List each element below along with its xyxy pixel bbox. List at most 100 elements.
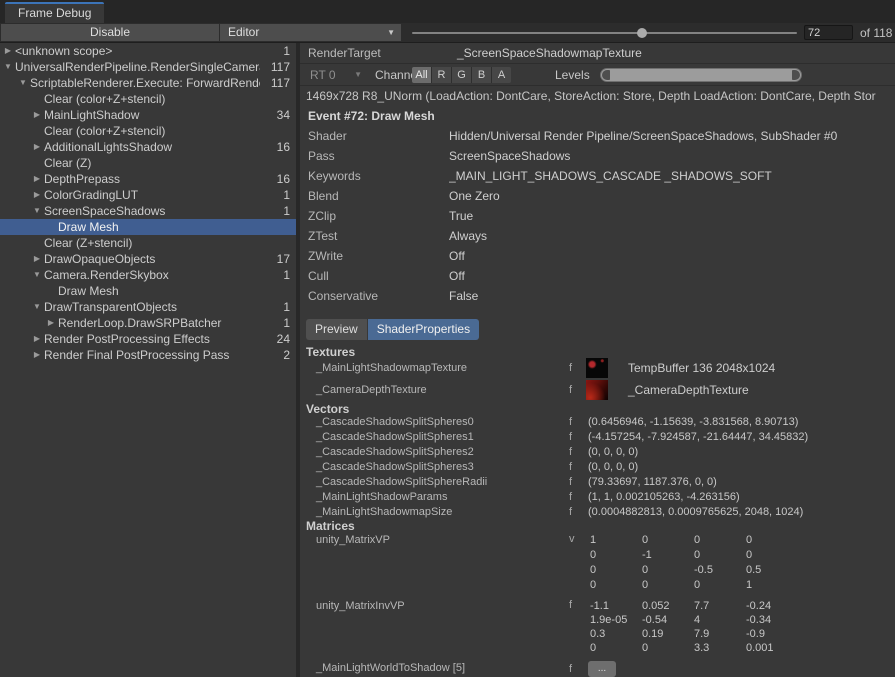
foldout-closed-icon[interactable]: ▶ [31,187,43,203]
channel-b-button[interactable]: B [472,67,492,83]
tree-row[interactable]: Clear (Z) [0,155,296,171]
matrix-cell: 0 [642,533,694,548]
tree-row[interactable]: ▶<unknown scope>1 [0,43,296,59]
tree-row[interactable]: ▶Render Final PostProcessing Pass2 [0,347,296,363]
levels-max-handle[interactable] [792,70,800,80]
tree-item-label: Draw Mesh [0,219,260,235]
rt-index-dropdown[interactable]: RT 0 ▼ [306,67,368,83]
channel-r-button[interactable]: R [432,67,452,83]
tree-row[interactable]: Clear (color+Z+stencil) [0,123,296,139]
channel-a-button[interactable]: A [492,67,511,83]
tree-row[interactable]: ▼ScreenSpaceShadows1 [0,203,296,219]
event-number-field[interactable] [804,25,853,40]
vector-name: _CascadeShadowSplitSphereRadii [316,475,487,490]
matrix-block: unity_MatrixVPv10000-10000-0.50.50001 [300,533,895,593]
tree-row[interactable]: Draw Mesh [0,219,296,235]
float-flag: f [569,379,572,401]
texture-thumbnail[interactable] [586,358,608,378]
foldout-open-icon[interactable]: ▼ [31,203,43,219]
foldout-open-icon[interactable]: ▼ [31,299,43,315]
window-tab-bar: Frame Debug [0,0,895,23]
matrix-row: 0001 [590,578,895,593]
tree-row[interactable]: ▼ScriptableRenderer.Execute: ForwardRend… [0,75,296,91]
tree-row[interactable]: ▶AdditionalLightsShadow16 [0,139,296,155]
tree-item-count: 1 [260,187,296,203]
vector-name: _CascadeShadowSplitSpheres0 [316,415,474,430]
foldout-closed-icon[interactable]: ▶ [31,347,43,363]
matrix-cell: 0 [590,578,642,593]
expand-matrix-button[interactable]: ... [588,661,616,677]
tree-item-count: 24 [260,331,296,347]
matrix-cell: -0.9 [746,627,798,641]
foldout-closed-icon[interactable]: ▶ [45,315,57,331]
render-target-value: _ScreenSpaceShadowmapTexture [457,43,642,63]
matrix-block: unity_MatrixInvVPf-1.10.0527.7-0.241.9e-… [300,599,895,655]
texture-value: _CameraDepthTexture [628,379,749,401]
rt-index-label: RT 0 [310,68,336,82]
tree-row[interactable]: ▶Render PostProcessing Effects24 [0,331,296,347]
property-value: One Zero [449,186,895,206]
matrix-cell: 0 [642,578,694,593]
frame-event-tree: ▶<unknown scope>1▼UniversalRenderPipelin… [0,43,296,677]
matrix-name: _MainLightWorldToShadow [5] [316,661,465,676]
levels-min-handle[interactable] [602,70,610,80]
vector-name: _CascadeShadowSplitSpheres3 [316,460,474,475]
render-target-info: 1469x728 R8_UNorm (LoadAction: DontCare,… [306,87,895,106]
toolbar: Disable Editor ▼ of 118 [0,23,895,43]
property-row: PassScreenSpaceShadows [300,146,895,166]
frame-debug-tab[interactable]: Frame Debug [5,2,104,23]
tree-row[interactable]: ▶ColorGradingLUT1 [0,187,296,203]
foldout-closed-icon[interactable]: ▶ [31,331,43,347]
tree-row[interactable]: ▶RenderLoop.DrawSRPBatcher1 [0,315,296,331]
render-target-row: RenderTarget _ScreenSpaceShadowmapTextur… [300,43,895,64]
render-target-label: RenderTarget [308,43,381,63]
tree-item-count: 16 [260,171,296,187]
tab-shader-properties[interactable]: ShaderProperties [368,319,479,340]
property-row: ShaderHidden/Universal Render Pipeline/S… [300,126,895,146]
tree-row[interactable]: ▼UniversalRenderPipeline.RenderSingleCam… [0,59,296,75]
event-slider-thumb[interactable] [637,28,647,38]
event-slider[interactable] [412,32,797,34]
tree-row[interactable]: ▼DrawTransparentObjects1 [0,299,296,315]
tree-row[interactable]: Draw Mesh [0,283,296,299]
matrix-grid: -1.10.0527.7-0.241.9e-05-0.544-0.340.30.… [590,599,895,655]
tree-row[interactable]: ▶DepthPrepass16 [0,171,296,187]
tree-item-count: 117 [260,59,296,75]
property-label: Shader [300,126,449,146]
foldout-closed-icon[interactable]: ▶ [31,139,43,155]
foldout-closed-icon[interactable]: ▶ [31,107,43,123]
channel-g-button[interactable]: G [452,67,472,83]
target-dropdown[interactable]: Editor ▼ [220,24,401,41]
matrix-cell: 1 [746,578,798,593]
property-row: ZWriteOff [300,246,895,266]
property-label: Blend [300,186,449,206]
foldout-closed-icon[interactable]: ▶ [31,251,43,267]
texture-name: _MainLightShadowmapTexture [316,357,467,379]
tree-row[interactable]: ▼Camera.RenderSkybox1 [0,267,296,283]
tree-row[interactable]: Clear (color+Z+stencil) [0,91,296,107]
matrix-cell: -1 [642,548,694,563]
tree-item-count [260,235,296,251]
foldout-closed-icon[interactable]: ▶ [2,43,14,59]
texture-thumbnail[interactable] [586,380,608,400]
foldout-open-icon[interactable]: ▼ [31,267,43,283]
foldout-open-icon[interactable]: ▼ [17,75,29,91]
tree-row[interactable]: ▶MainLightShadow34 [0,107,296,123]
levels-range-slider[interactable] [600,68,802,82]
matrix-cell: 1 [590,533,642,548]
tree-item-count: 117 [260,75,296,91]
vector-row: _MainLightShadowmapSizef(0.0004882813, 0… [300,505,895,520]
tab-preview[interactable]: Preview [306,319,367,340]
chevron-down-icon: ▼ [354,67,362,83]
vector-row: _CascadeShadowSplitSpheres1f(-4.157254, … [300,430,895,445]
disable-button[interactable]: Disable [1,24,219,41]
property-label: ZClip [300,206,449,226]
channel-all-button[interactable]: All [412,67,432,83]
matrix-row: 00-0.50.5 [590,563,895,578]
float-flag: f [569,415,572,430]
foldout-open-icon[interactable]: ▼ [2,59,14,75]
tree-row[interactable]: ▶DrawOpaqueObjects17 [0,251,296,267]
tree-row[interactable]: Clear (Z+stencil) [0,235,296,251]
foldout-closed-icon[interactable]: ▶ [31,171,43,187]
matrix-flag: f [569,661,572,677]
